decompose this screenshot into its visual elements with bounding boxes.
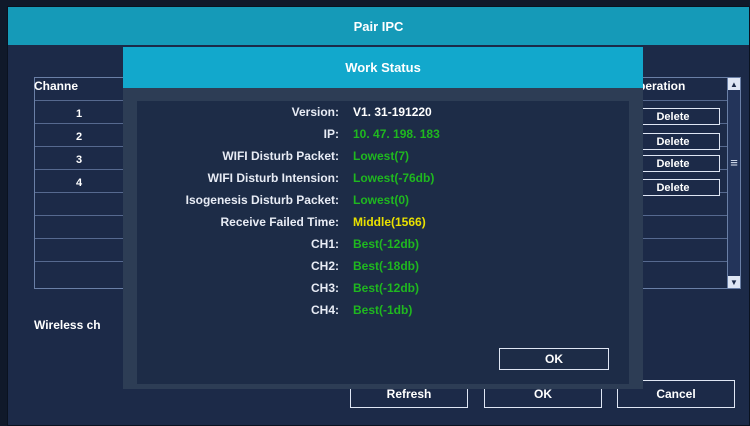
status-label: IP:	[323, 127, 339, 141]
status-value: Best(-12db)	[353, 281, 420, 295]
status-value: Lowest(0)	[353, 193, 410, 207]
wireless-channel-label: Wireless ch	[34, 318, 101, 332]
status-row-ch3: CH3: Best(-12db)	[137, 277, 629, 299]
work-status-dialog: Work Status Version: V1. 31-191220 IP: 1…	[123, 47, 643, 389]
status-value: Lowest(7)	[353, 149, 410, 163]
status-label: CH4:	[310, 303, 339, 317]
status-value: Best(-1db)	[353, 303, 413, 317]
status-label: Receive Failed Time:	[220, 215, 340, 229]
status-panel: Version: V1. 31-191220 IP: 10. 47. 198. …	[137, 101, 629, 384]
status-label: Isogenesis Disturb Packet:	[185, 193, 339, 207]
status-row-version: Version: V1. 31-191220	[137, 101, 629, 123]
status-row-wifi-disturb-packet: WIFI Disturb Packet: Lowest(7)	[137, 145, 629, 167]
status-label: Version:	[291, 105, 339, 119]
status-label: WIFI Disturb Intension:	[207, 171, 339, 185]
channel-cell: 1	[76, 108, 83, 120]
status-label: CH1:	[310, 237, 339, 251]
dialog-title: Work Status	[123, 47, 643, 88]
status-row-ch1: CH1: Best(-12db)	[137, 233, 629, 255]
status-value: 10. 47. 198. 183	[353, 127, 440, 141]
arrow-down-icon[interactable]: ▼	[728, 276, 740, 288]
status-value: Middle(1566)	[353, 215, 426, 229]
status-row-ch2: CH2: Best(-18db)	[137, 255, 629, 277]
column-header-channel: Channe	[34, 79, 79, 93]
status-value: Lowest(-76db)	[353, 171, 435, 185]
status-value: V1. 31-191220	[353, 105, 432, 119]
table-scrollbar[interactable]: ▲ ≡ ▼	[727, 77, 741, 289]
window-title: Pair IPC	[8, 7, 749, 45]
status-row-receive-failed-time: Receive Failed Time: Middle(1566)	[137, 211, 629, 233]
status-label: CH2:	[310, 259, 339, 273]
status-label: WIFI Disturb Packet:	[222, 149, 339, 163]
status-row-ch4: CH4: Best(-1db)	[137, 299, 629, 321]
status-label: CH3:	[310, 281, 339, 295]
scroll-grip-icon[interactable]: ≡	[729, 152, 739, 172]
arrow-up-icon[interactable]: ▲	[728, 78, 740, 90]
channel-cell: 4	[76, 177, 83, 189]
status-value: Best(-12db)	[353, 237, 420, 251]
status-value: Best(-18db)	[353, 259, 420, 273]
status-row-ip: IP: 10. 47. 198. 183	[137, 123, 629, 145]
dialog-ok-button[interactable]: OK	[499, 348, 609, 370]
channel-cell: 3	[76, 154, 83, 166]
channel-cell: 2	[76, 131, 83, 143]
status-row-wifi-disturb-intension: WIFI Disturb Intension: Lowest(-76db)	[137, 167, 629, 189]
status-row-isogenesis-disturb-packet: Isogenesis Disturb Packet: Lowest(0)	[137, 189, 629, 211]
